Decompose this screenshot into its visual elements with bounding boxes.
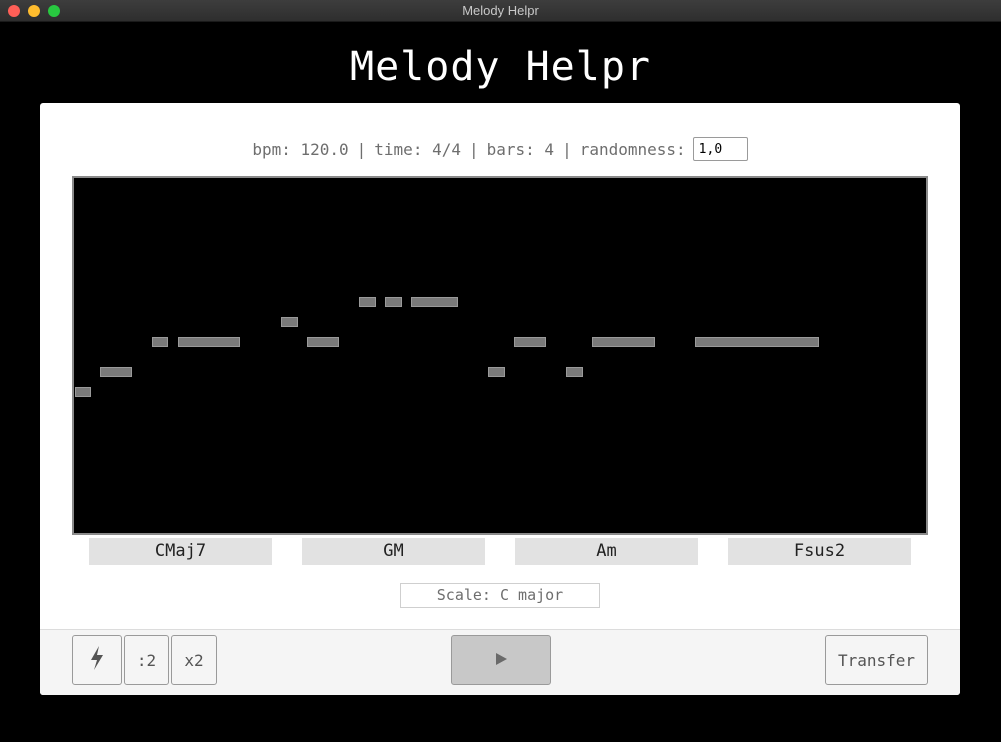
note[interactable] — [100, 367, 132, 377]
bpm-text: bpm: 120.0 — [252, 139, 349, 159]
double-button[interactable]: x2 — [171, 635, 217, 685]
note[interactable] — [359, 297, 376, 307]
separator: | — [562, 139, 572, 159]
note[interactable] — [75, 387, 91, 397]
note[interactable] — [307, 337, 339, 347]
time-text: time: 4/4 — [374, 139, 461, 159]
separator: | — [356, 139, 367, 159]
note[interactable] — [566, 367, 583, 377]
chord-label-2[interactable]: GM — [302, 538, 485, 565]
separator: | — [468, 139, 479, 159]
window-titlebar: Melody Helpr — [0, 0, 1001, 22]
scale-selector[interactable]: Scale: C major — [400, 583, 600, 608]
note[interactable] — [152, 337, 168, 347]
generate-button[interactable] — [72, 635, 122, 685]
chord-label-4[interactable]: Fsus2 — [728, 538, 911, 565]
window-title: Melody Helpr — [462, 3, 539, 18]
note[interactable] — [514, 337, 546, 347]
main-panel: bpm: 120.0 | time: 4/4 | bars: 4 | rando… — [40, 103, 960, 695]
settings-bar: bpm: 120.0 | time: 4/4 | bars: 4 | rando… — [40, 136, 960, 162]
app-title: Melody Helpr — [350, 44, 651, 90]
note[interactable] — [592, 337, 655, 347]
halve-button[interactable]: :2 — [124, 635, 169, 685]
play-button[interactable] — [451, 635, 551, 685]
note[interactable] — [488, 367, 505, 377]
piano-roll[interactable] — [72, 176, 928, 535]
chord-label-1[interactable]: CMaj7 — [89, 538, 272, 565]
note[interactable] — [385, 297, 402, 307]
note[interactable] — [281, 317, 298, 327]
transfer-button[interactable]: Transfer — [825, 635, 928, 685]
bars-text: bars: 4 — [486, 139, 555, 159]
note[interactable] — [695, 337, 819, 347]
randomness-input[interactable] — [692, 137, 748, 161]
play-icon — [494, 651, 508, 670]
bottom-toolbar: :2 x2 Transfer — [40, 629, 960, 695]
randomness-label: randomness: — [579, 139, 686, 159]
note[interactable] — [411, 297, 458, 307]
lightning-bolt-icon — [89, 646, 105, 674]
note[interactable] — [178, 337, 240, 347]
chord-label-3[interactable]: Am — [515, 538, 698, 565]
